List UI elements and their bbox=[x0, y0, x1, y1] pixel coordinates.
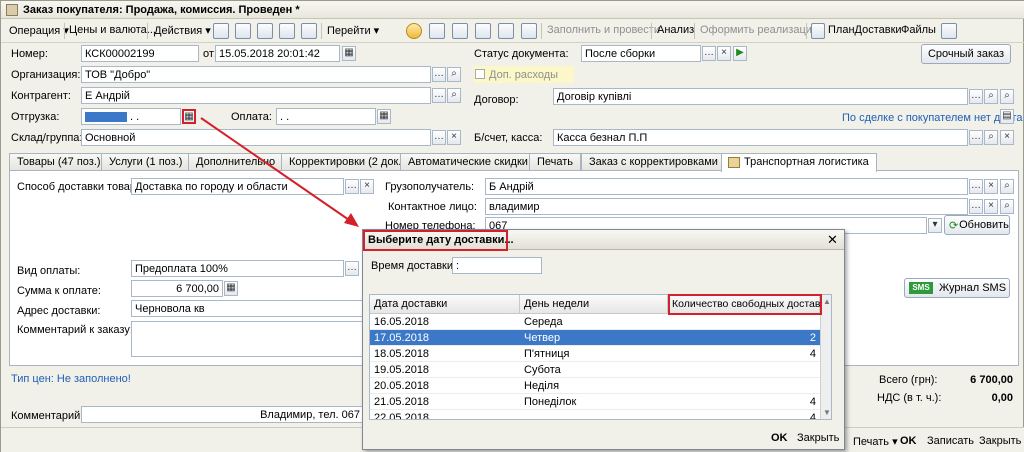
annotation-arrow bbox=[200, 117, 359, 227]
